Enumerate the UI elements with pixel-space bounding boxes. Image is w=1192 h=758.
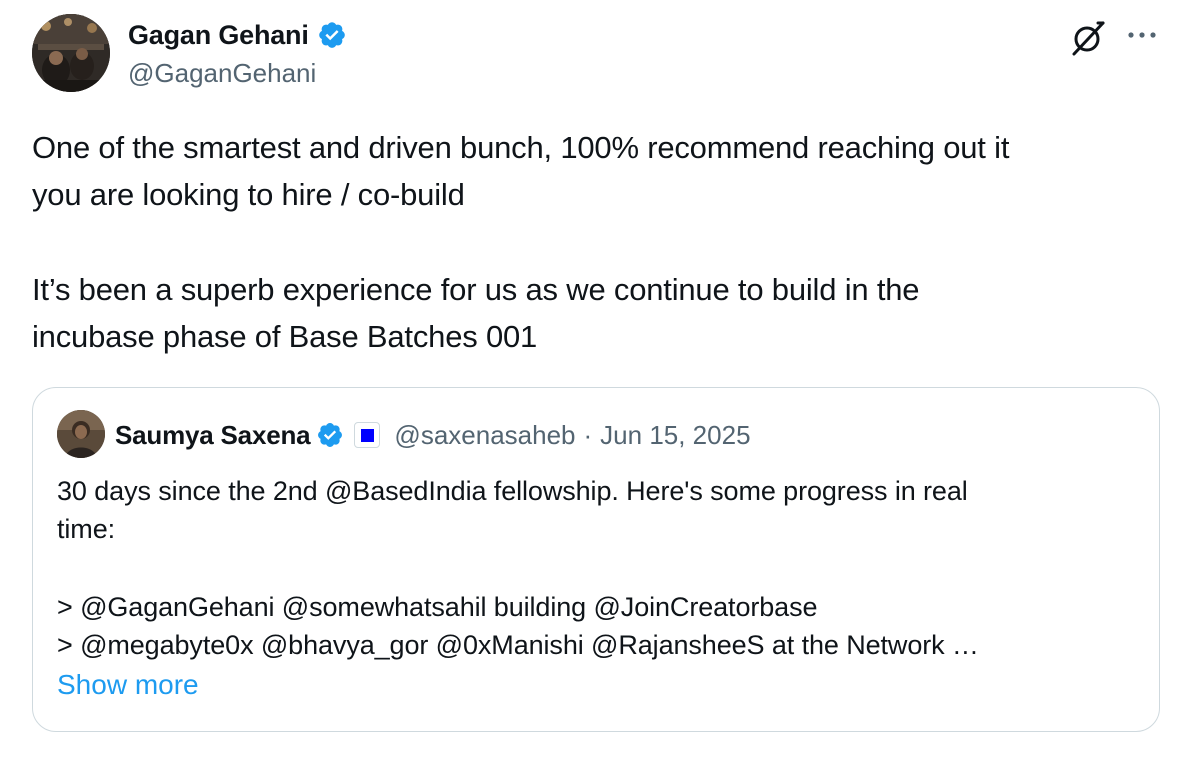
author-name-row: Gagan Gehani bbox=[128, 17, 347, 53]
verified-badge-icon bbox=[318, 423, 343, 447]
author-avatar[interactable] bbox=[32, 14, 110, 92]
quoted-author-avatar[interactable] bbox=[57, 410, 105, 458]
author-name[interactable]: Gagan Gehani bbox=[128, 20, 309, 51]
tweet-text-line: One of the smartest and driven bunch, 10… bbox=[32, 130, 1010, 165]
tweet-text-line: you are looking to hire / co-build bbox=[32, 177, 465, 212]
quoted-date[interactable]: Jun 15, 2025 bbox=[600, 420, 750, 451]
tweet-text-line: incubase phase of Base Batches 001 bbox=[32, 319, 538, 354]
author-handle[interactable]: @GaganGehani bbox=[128, 58, 316, 89]
quoted-text-line: 30 days since the 2nd @BasedIndia fellow… bbox=[57, 476, 968, 506]
quoted-text-line: > @megabyte0x @bhavya_gor @0xManishi @Ra… bbox=[57, 630, 979, 660]
separator-dot: · bbox=[583, 419, 593, 450]
verified-badge-icon bbox=[318, 22, 345, 48]
grok-icon[interactable] bbox=[1068, 18, 1108, 58]
more-icon[interactable] bbox=[1126, 30, 1158, 40]
tweet-text-line: It’s been a superb experience for us as … bbox=[32, 272, 920, 307]
tweet-text: One of the smartest and driven bunch, 10… bbox=[32, 124, 1172, 360]
quoted-text-line: time: bbox=[57, 514, 116, 544]
quoted-author-handle[interactable]: @saxenasaheb bbox=[394, 420, 575, 451]
quoted-header: Saumya Saxena @saxenasaheb · Jun 15, 202… bbox=[115, 416, 751, 454]
quoted-tweet[interactable]: Saumya Saxena @saxenasaheb · Jun 15, 202… bbox=[32, 387, 1160, 732]
quoted-text-line: > @GaganGehani @somewhatsahil building @… bbox=[57, 592, 818, 622]
show-more-link[interactable]: Show more bbox=[57, 669, 199, 701]
quoted-text: 30 days since the 2nd @BasedIndia fellow… bbox=[57, 472, 1147, 664]
tweet: Gagan Gehani @GaganGehani One of the sma… bbox=[0, 0, 1192, 758]
quoted-author-name[interactable]: Saumya Saxena bbox=[115, 420, 311, 451]
affiliate-badge-icon[interactable] bbox=[354, 422, 381, 448]
